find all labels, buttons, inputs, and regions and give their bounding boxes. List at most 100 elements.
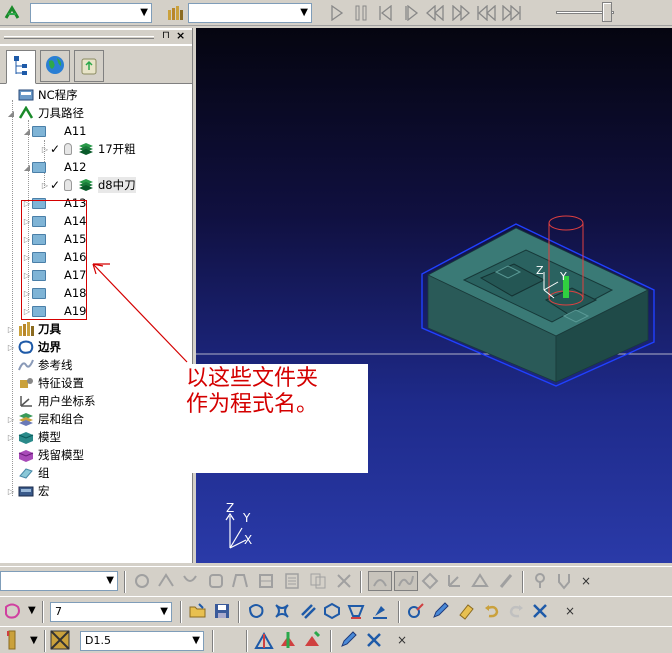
tool-edit-icon[interactable] [278, 630, 298, 650]
close-toolbar-icon[interactable]: × [392, 630, 412, 650]
tab-recycle-bin[interactable] [74, 50, 104, 82]
boundary-combo[interactable]: 7 ▼ [50, 602, 172, 622]
boundary-shape-icon[interactable] [346, 601, 366, 621]
tree-item-boundaries[interactable]: ▷ 边界 [6, 338, 61, 356]
toolpath-tool-icon[interactable] [308, 571, 328, 591]
speed-slider-thumb[interactable] [602, 2, 612, 22]
tool-edit-icon[interactable] [302, 630, 322, 650]
boundary-shape-icon[interactable] [272, 601, 292, 621]
scissors-icon[interactable] [364, 630, 384, 650]
tool-select-icon[interactable] [165, 3, 185, 23]
tree-item-nc-programs[interactable]: NC程序 [6, 86, 78, 104]
probe-icon[interactable] [530, 571, 550, 591]
toolpath-tool-icon[interactable] [256, 571, 276, 591]
expand-icon[interactable]: ▷ [6, 343, 16, 352]
view-mode-icon[interactable] [394, 571, 418, 591]
expand-icon[interactable]: ▷ [6, 433, 16, 442]
top-combo-1[interactable]: ▼ [30, 3, 152, 23]
expand-icon[interactable]: ▷ [6, 487, 16, 496]
pin-icon[interactable]: ⊓ [162, 30, 170, 41]
redo-icon[interactable] [506, 601, 526, 621]
pencil-icon[interactable] [430, 601, 450, 621]
model-icon [18, 430, 34, 444]
view-mode-icon[interactable] [368, 571, 392, 591]
collapse-icon[interactable]: ◢ [6, 109, 16, 118]
toolpath-tool-icon[interactable] [206, 571, 226, 591]
expand-icon[interactable]: ▷ [6, 415, 16, 424]
step-forward-icon[interactable] [401, 3, 421, 23]
bottom-combo-1[interactable]: ▼ [0, 571, 118, 591]
tree-item-reference-lines[interactable]: 参考线 [6, 356, 73, 374]
fast-forward-icon[interactable] [451, 3, 471, 23]
play-icon[interactable] [327, 3, 347, 23]
tree-item-macro[interactable]: ▷ 宏 [6, 482, 50, 500]
tree-item-tools[interactable]: ▷ 刀具 [6, 320, 61, 338]
tool-combo[interactable]: D1.5 ▼ [80, 631, 204, 651]
collapse-icon[interactable]: ◢ [22, 127, 32, 136]
rewind-icon[interactable] [425, 3, 445, 23]
tree-item-stock-model[interactable]: 残留模型 [6, 446, 84, 464]
toolpath-tool-icon[interactable] [334, 571, 354, 591]
view-mode-icon[interactable] [420, 571, 440, 591]
step-back-icon[interactable] [375, 3, 395, 23]
check-icon[interactable]: ✓ [50, 178, 62, 192]
boundary-shape-icon[interactable] [246, 601, 266, 621]
boundary-shape-icon[interactable] [298, 601, 318, 621]
view-mode-icon[interactable] [470, 571, 490, 591]
open-folder-icon[interactable] [188, 601, 208, 621]
tool-type-icon[interactable] [50, 630, 70, 650]
pencil-icon[interactable] [338, 630, 358, 650]
expand-icon[interactable]: ▷ [40, 145, 50, 154]
collapse-icon[interactable]: ◢ [22, 163, 32, 172]
go-to-end-icon[interactable] [502, 3, 522, 23]
scissors-icon[interactable] [530, 601, 550, 621]
toolpath-tool-icon[interactable] [282, 571, 302, 591]
toolpath-tool-icon[interactable] [132, 571, 152, 591]
expand-icon[interactable]: ▷ [6, 325, 16, 334]
save-icon[interactable] [212, 601, 232, 621]
tree-item-folder-a12[interactable]: ◢ A12 [22, 158, 87, 176]
tree-item-folder-a11[interactable]: ◢ A11 [22, 122, 87, 140]
expand-icon[interactable]: ▷ [40, 181, 50, 190]
tree-icon [11, 55, 31, 80]
pause-icon[interactable] [351, 3, 371, 23]
go-to-start-icon[interactable] [476, 3, 496, 23]
annotation-line-2: 作为程式名。 [186, 392, 319, 417]
tab-explorer-tree[interactable] [6, 50, 36, 84]
toolpath-strategy-icon[interactable] [2, 3, 22, 23]
tree-item-user-coordinate-systems[interactable]: 用户坐标系 [6, 392, 96, 410]
view-mode-icon[interactable] [496, 571, 516, 591]
3d-viewport[interactable]: Z Y Z Y X [196, 28, 672, 563]
lightbulb-icon[interactable] [64, 143, 72, 155]
tree-item-feature-settings[interactable]: 特征设置 [6, 374, 84, 392]
tree-item-model[interactable]: ▷ 模型 [6, 428, 61, 446]
tool-holder-icon[interactable] [2, 630, 22, 650]
tree-item-levels-and-sets[interactable]: ▷ 层和组合 [6, 410, 84, 428]
eraser-icon[interactable] [456, 601, 476, 621]
edit-pencil-icon[interactable] [406, 601, 426, 621]
lightbulb-icon[interactable] [64, 179, 72, 191]
close-icon[interactable]: × [176, 29, 185, 42]
tree-item-toolpaths[interactable]: ◢ 刀具路径 [6, 104, 84, 122]
top-combo-2[interactable]: ▼ [188, 3, 312, 23]
toolpath-tool-icon[interactable] [230, 571, 250, 591]
tab-globe[interactable] [40, 50, 70, 82]
dropdown-arrow-icon[interactable]: ▼ [28, 605, 36, 616]
toolpath-tool-icon[interactable] [180, 571, 200, 591]
undo-icon[interactable] [482, 601, 502, 621]
holder-icon[interactable] [554, 571, 574, 591]
boundary-shape-icon[interactable] [370, 601, 390, 621]
tree-item-toolpath-17[interactable]: ▷ ✓ 17开粗 [40, 140, 136, 158]
boundary-shape-icon[interactable] [322, 601, 342, 621]
dropdown-arrow-icon[interactable]: ▼ [30, 635, 38, 646]
check-icon[interactable]: ✓ [50, 142, 62, 156]
toolpath-tool-icon[interactable] [156, 571, 176, 591]
close-toolbar-icon[interactable]: × [576, 571, 596, 591]
view-mode-icon[interactable] [444, 571, 464, 591]
boundary-tool-icon[interactable] [2, 601, 22, 621]
tool-edit-icon[interactable] [254, 630, 274, 650]
tree-item-groups[interactable]: 组 [6, 464, 50, 482]
tree-item-toolpath-d8[interactable]: ▷ ✓ d8中刀 [40, 176, 136, 194]
close-toolbar-icon[interactable]: × [560, 601, 580, 621]
explorer-tabs [0, 46, 192, 84]
